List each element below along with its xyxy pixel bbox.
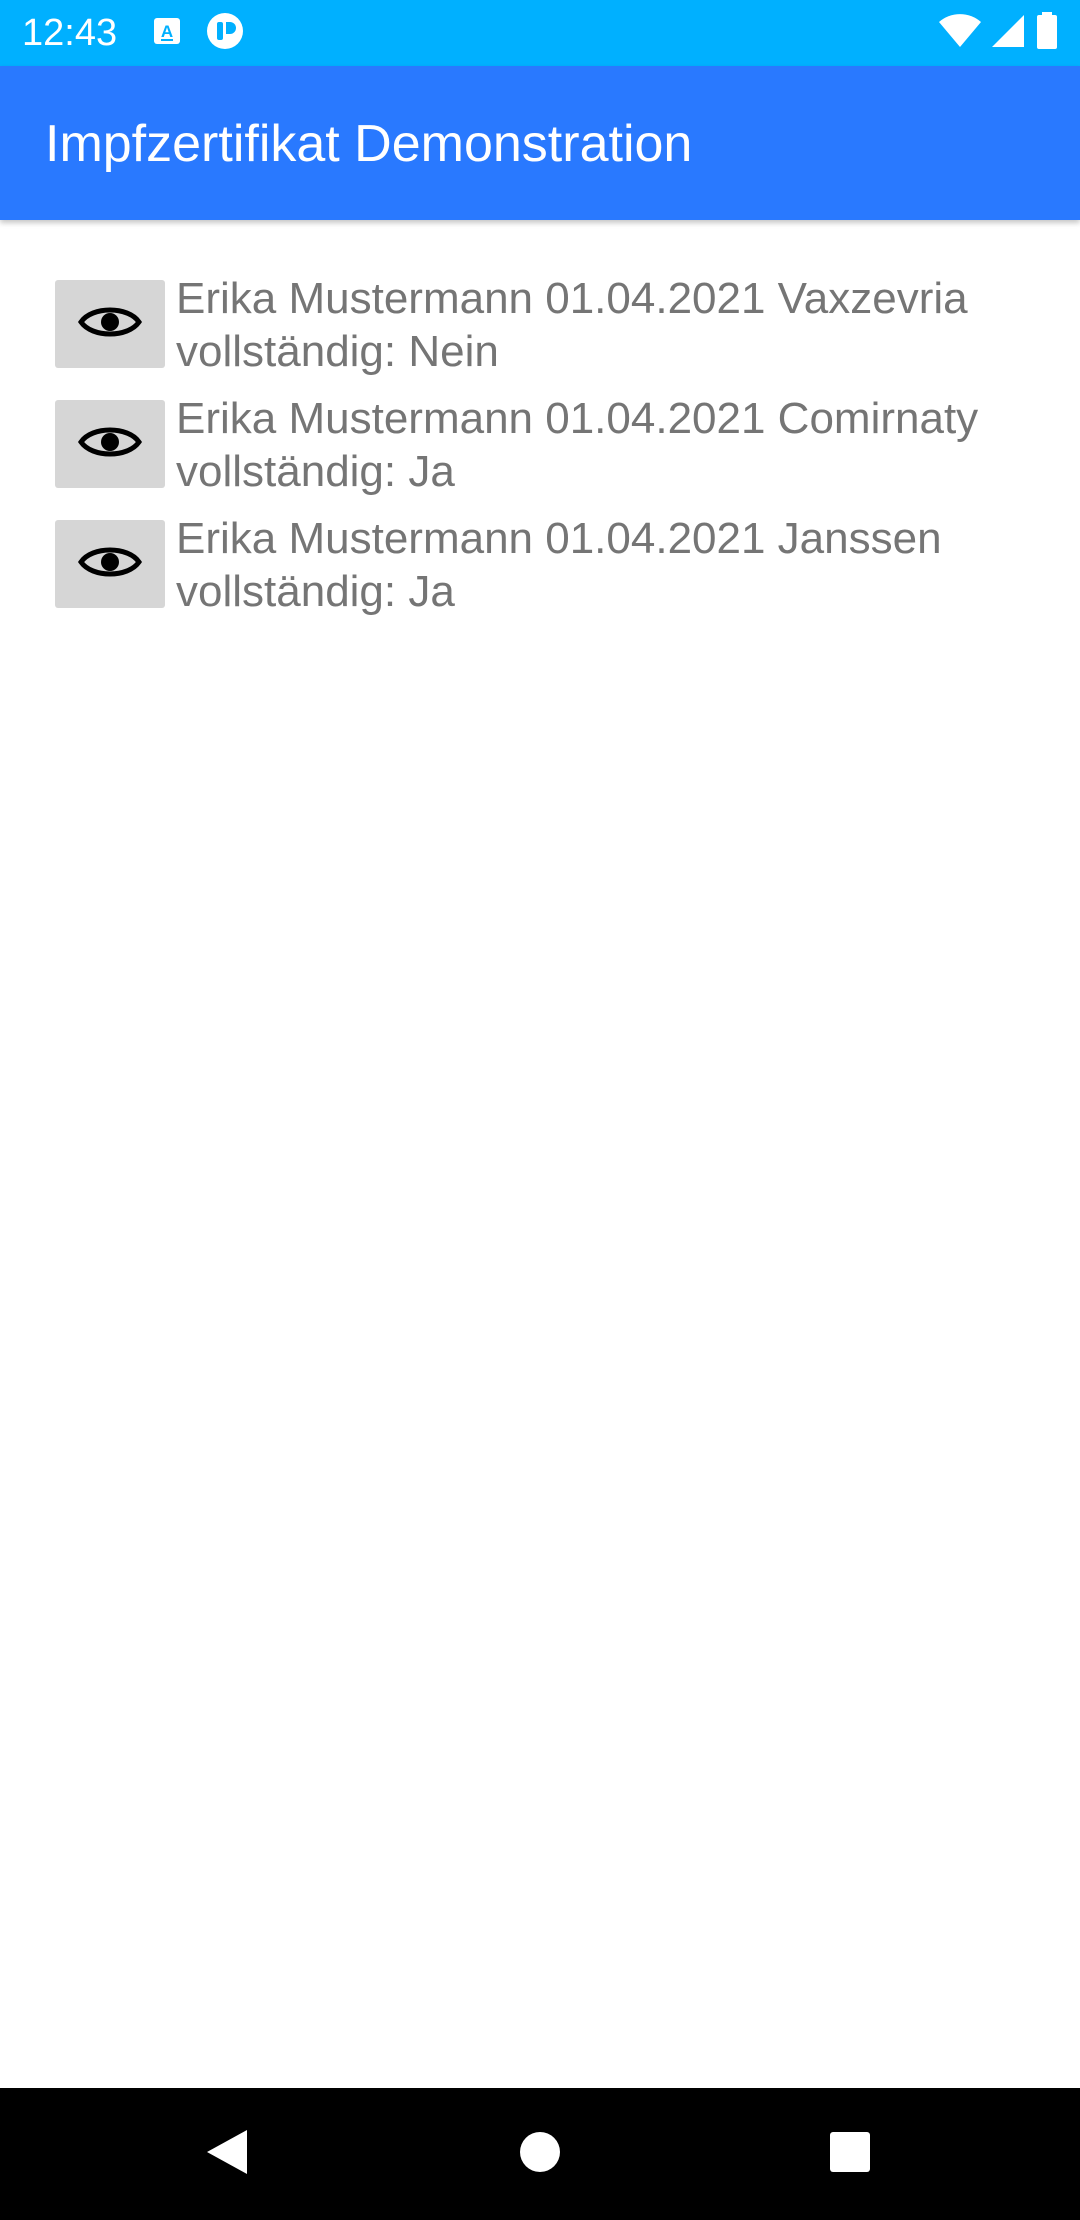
home-icon bbox=[518, 2130, 562, 2179]
certificate-summary: Erika Mustermann 01.04.2021 Vaxzevria bbox=[176, 274, 968, 323]
certificate-complete-status: vollständig: Ja bbox=[176, 567, 455, 616]
wifi-icon bbox=[938, 13, 982, 54]
certificate-info: Erika Mustermann 01.04.2021 Janssen voll… bbox=[176, 512, 1056, 618]
translate-app-icon: A bbox=[152, 16, 182, 51]
cell-signal-icon bbox=[990, 13, 1026, 54]
eye-icon bbox=[77, 542, 143, 587]
certificate-complete-status: vollständig: Ja bbox=[176, 447, 455, 496]
status-bar: 12:43 A bbox=[0, 0, 1080, 66]
recents-button[interactable] bbox=[820, 2124, 880, 2184]
view-certificate-button[interactable] bbox=[55, 400, 165, 488]
list-item: Erika Mustermann 01.04.2021 Vaxzevria vo… bbox=[0, 272, 1080, 392]
status-time: 12:43 bbox=[22, 12, 118, 54]
certificate-summary: Erika Mustermann 01.04.2021 Janssen bbox=[176, 514, 942, 563]
status-notification-icons: A bbox=[152, 12, 244, 51]
back-icon bbox=[203, 2127, 249, 2182]
screen: 12:43 A Impfzertifikat Demonstration Eri… bbox=[0, 0, 1080, 2220]
navigation-bar bbox=[0, 2088, 1080, 2220]
certificate-list: Erika Mustermann 01.04.2021 Vaxzevria vo… bbox=[0, 272, 1080, 632]
app-title: Impfzertifikat Demonstration bbox=[45, 115, 693, 173]
home-button[interactable] bbox=[510, 2124, 570, 2184]
recents-icon bbox=[829, 2131, 871, 2178]
battery-icon bbox=[1034, 11, 1060, 55]
certificate-summary: Erika Mustermann 01.04.2021 Comirnaty bbox=[176, 394, 979, 443]
app-notification-icon bbox=[206, 12, 244, 55]
status-system-icons bbox=[938, 11, 1060, 55]
view-certificate-button[interactable] bbox=[55, 280, 165, 368]
app-bar: Impfzertifikat Demonstration bbox=[0, 66, 1080, 220]
back-button[interactable] bbox=[196, 2124, 256, 2184]
eye-icon bbox=[77, 422, 143, 467]
certificate-info: Erika Mustermann 01.04.2021 Comirnaty vo… bbox=[176, 392, 1056, 498]
certificate-complete-status: vollständig: Nein bbox=[176, 327, 499, 376]
view-certificate-button[interactable] bbox=[55, 520, 165, 608]
list-item: Erika Mustermann 01.04.2021 Comirnaty vo… bbox=[0, 392, 1080, 512]
eye-icon bbox=[77, 302, 143, 347]
svg-text:A: A bbox=[161, 22, 173, 41]
list-item: Erika Mustermann 01.04.2021 Janssen voll… bbox=[0, 512, 1080, 632]
certificate-info: Erika Mustermann 01.04.2021 Vaxzevria vo… bbox=[176, 272, 1056, 378]
